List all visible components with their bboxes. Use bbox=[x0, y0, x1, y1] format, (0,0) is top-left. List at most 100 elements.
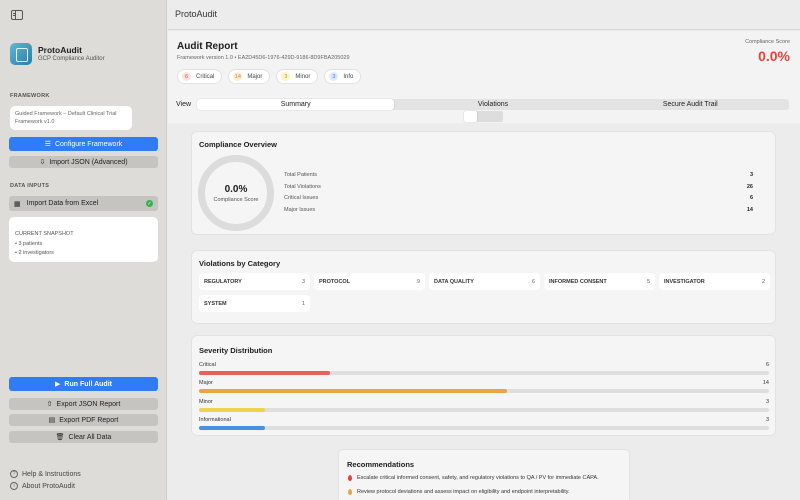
compliance-overview-title: Compliance Overview bbox=[199, 140, 277, 149]
help-label: Help & Instructions bbox=[22, 470, 81, 478]
sidebar: ProtoAudit GCP Compliance Auditor FRAMEW… bbox=[0, 0, 167, 500]
badge-label: Info bbox=[343, 73, 354, 80]
tab-violations[interactable]: Violations bbox=[394, 99, 591, 110]
export-pdf-button[interactable]: ▤ Export PDF Report bbox=[9, 414, 158, 426]
category-count: 6 bbox=[531, 278, 535, 285]
severity-track bbox=[199, 389, 769, 393]
severity-label: Major bbox=[199, 380, 213, 386]
category-name: DATA QUALITY bbox=[434, 278, 474, 285]
category-chip: DATA QUALITY 6 bbox=[429, 273, 540, 290]
run-full-audit-label: Run Full Audit bbox=[64, 380, 112, 388]
severity-fill bbox=[199, 426, 265, 430]
report-header: Audit Report Framework version 1.0 • EA2… bbox=[168, 31, 800, 95]
category-name: INFORMED CONSENT bbox=[549, 278, 607, 285]
data-inputs-section-label: DATA INPUTS bbox=[10, 183, 50, 189]
configure-framework-button[interactable]: ☰ Configure Framework bbox=[9, 137, 158, 151]
category-chip: INFORMED CONSENT 5 bbox=[544, 273, 655, 290]
severity-distribution-card: Severity Distribution Critical 6 Major 14 Mi… bbox=[191, 335, 776, 436]
table-icon: ▦ bbox=[14, 200, 21, 208]
snapshot-patients: • 3 patients bbox=[15, 240, 43, 247]
category-chip: REGULATORY 3 bbox=[199, 273, 310, 290]
overview-stats: Total Patients 3 Total Violations 26 Critica… bbox=[284, 172, 753, 219]
app-name: ProtoAudit bbox=[38, 45, 82, 55]
page-selector-3[interactable] bbox=[490, 111, 503, 122]
pin-icon bbox=[348, 489, 352, 495]
badge-major: 14 Major bbox=[228, 69, 271, 84]
severity-track bbox=[199, 408, 769, 412]
snapshot-investigators: • 2 investigators bbox=[15, 250, 54, 256]
severity-row: Informational 3 bbox=[199, 417, 769, 430]
run-full-audit-button[interactable]: ▶ Run Full Audit bbox=[9, 377, 158, 391]
category-name: REGULATORY bbox=[204, 278, 242, 285]
tab-summary[interactable]: Summary bbox=[197, 99, 395, 110]
window-title: ProtoAudit bbox=[175, 9, 218, 19]
checkmark-icon: ✓ bbox=[146, 200, 153, 207]
badge-label: Minor bbox=[295, 73, 311, 80]
severity-fill bbox=[199, 408, 265, 412]
page-selector-2[interactable] bbox=[477, 111, 490, 122]
category-count: 2 bbox=[761, 278, 765, 285]
pin-icon bbox=[348, 475, 352, 481]
app-logo-icon bbox=[10, 43, 32, 65]
about-link[interactable]: i About ProtoAudit bbox=[10, 482, 75, 490]
violations-by-category-card: Violations by Category REGULATORY 3 PROTOC… bbox=[191, 250, 776, 324]
recommendation-item: Escalate critical informed consent, safe… bbox=[348, 475, 599, 481]
severity-count: 14 bbox=[762, 380, 769, 386]
import-icon: ⇩ bbox=[39, 159, 46, 166]
trash-icon: 🗑 bbox=[55, 434, 65, 441]
severity-count: 3 bbox=[765, 399, 769, 405]
severity-count: 6 bbox=[765, 362, 769, 368]
page-selector bbox=[464, 111, 503, 122]
report-content: Compliance Overview 0.0% Compliance Scor… bbox=[168, 123, 800, 500]
stat-label: Major Issues bbox=[284, 207, 316, 214]
recommendation-text: Review protocol deviations and assess im… bbox=[357, 489, 570, 495]
sidebar-toggle-icon[interactable] bbox=[11, 10, 23, 20]
stat-row: Critical Issues 6 bbox=[284, 195, 753, 207]
ring-score-label: Compliance Score bbox=[213, 197, 259, 203]
stat-value: 26 bbox=[746, 183, 753, 190]
export-json-button[interactable]: ⇧ Export JSON Report bbox=[9, 398, 158, 410]
badge-info: 3 Info bbox=[324, 69, 362, 84]
badge-label: Critical bbox=[196, 73, 215, 80]
severity-row: Minor 3 bbox=[199, 399, 769, 412]
framework-section-label: FRAMEWORK bbox=[10, 93, 50, 99]
app-subtitle: GCP Compliance Auditor bbox=[38, 56, 105, 62]
snapshot-title: CURRENT SNAPSHOT bbox=[15, 231, 74, 237]
stat-label: Total Violations bbox=[284, 183, 321, 190]
help-link[interactable]: ? Help & Instructions bbox=[10, 470, 81, 478]
import-excel-button[interactable]: ▦ Import Data from Excel ✓ bbox=[9, 196, 158, 211]
stat-value: 14 bbox=[746, 207, 753, 214]
clear-all-data-button[interactable]: 🗑 Clear All Data bbox=[9, 431, 158, 443]
category-name: PROTOCOL bbox=[319, 278, 351, 285]
share-icon: ⇧ bbox=[46, 401, 53, 408]
stat-value: 3 bbox=[749, 172, 753, 178]
list-icon: ☰ bbox=[44, 141, 51, 148]
compliance-score-value: 0.0% bbox=[758, 48, 790, 64]
framework-card: Guided Framework – Default Clinical Tria… bbox=[10, 106, 132, 130]
badge-label: Major bbox=[247, 73, 263, 80]
stat-row: Major Issues 14 bbox=[284, 207, 753, 219]
stat-value: 6 bbox=[749, 195, 753, 202]
severity-track bbox=[199, 426, 769, 430]
compliance-score-label: Compliance Score bbox=[745, 39, 790, 45]
stat-label: Total Patients bbox=[284, 172, 318, 178]
question-icon: ? bbox=[10, 470, 18, 478]
import-json-button[interactable]: ⇩ Import JSON (Advanced) bbox=[9, 156, 158, 168]
category-name: SYSTEM bbox=[204, 300, 227, 307]
category-count: 5 bbox=[646, 278, 650, 285]
stat-row: Total Violations 26 bbox=[284, 184, 753, 196]
recommendation-item: Review protocol deviations and assess im… bbox=[348, 489, 570, 495]
severity-badges: 6 Critical 14 Major 3 Minor 3 Info bbox=[177, 69, 362, 84]
export-json-label: Export JSON Report bbox=[56, 400, 121, 408]
badge-count: 3 bbox=[329, 72, 339, 81]
severity-fill bbox=[199, 371, 331, 375]
tab-secure-audit-trail[interactable]: Secure Audit Trail bbox=[592, 99, 789, 110]
badge-count: 14 bbox=[233, 72, 243, 81]
page-selector-1[interactable] bbox=[464, 111, 477, 122]
document-icon: ▤ bbox=[48, 417, 56, 424]
category-count: 3 bbox=[301, 278, 305, 285]
category-chip: PROTOCOL 9 bbox=[314, 273, 425, 290]
export-pdf-label: Export PDF Report bbox=[59, 416, 119, 424]
recommendations-card: Recommendations Escalate critical inform… bbox=[338, 449, 630, 500]
current-snapshot-card: CURRENT SNAPSHOT • 3 patients • 2 invest… bbox=[9, 217, 158, 262]
